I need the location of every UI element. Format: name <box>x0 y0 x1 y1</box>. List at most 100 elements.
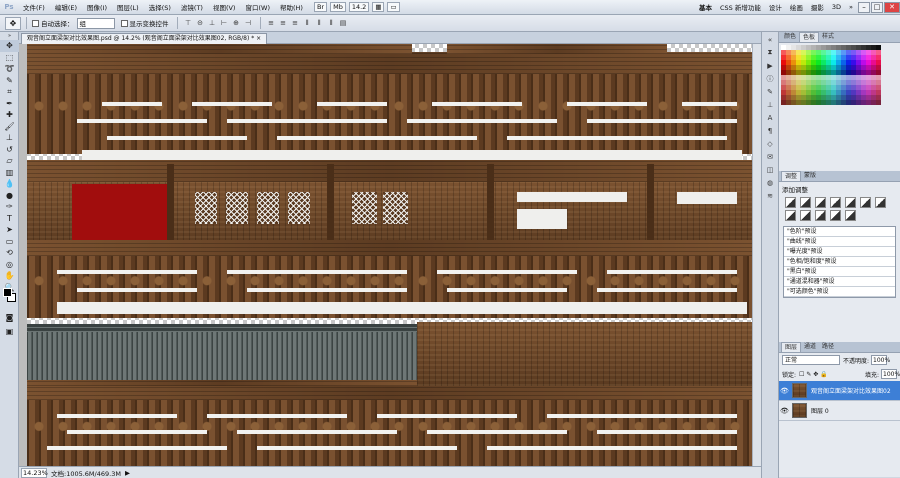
document-tab-close-icon[interactable]: × <box>256 35 261 42</box>
preset-channel-mixer[interactable]: "通道混和器"预设 <box>784 277 895 287</box>
arrange-docs-button[interactable]: ▦ <box>372 2 385 12</box>
blur-tool-icon[interactable]: 💧 <box>0 178 19 190</box>
close-button[interactable]: ✕ <box>884 1 900 13</box>
tab-styles[interactable]: 样式 <box>819 32 837 42</box>
workspace-css-new[interactable]: CSS 新增功能 <box>716 2 765 12</box>
collapse-toolbox-icon[interactable]: » <box>0 32 19 40</box>
clone-source-icon[interactable]: ⊥ <box>762 99 778 110</box>
dodge-tool-icon[interactable]: ● <box>0 190 19 202</box>
fill-field[interactable]: 100% <box>881 369 900 379</box>
eye-icon[interactable]: 👁 <box>779 387 790 395</box>
black-white-icon[interactable] <box>785 210 796 221</box>
preset-hue-saturation[interactable]: "色相/饱和度"预设 <box>784 257 895 267</box>
minimize-button[interactable]: – <box>858 1 870 13</box>
auto-select-checkbox[interactable] <box>32 19 39 27</box>
menu-view[interactable]: 视图(V) <box>208 2 241 12</box>
color-swatch[interactable] <box>876 100 881 105</box>
navigator-panel-icon[interactable]: ◫ <box>762 164 778 175</box>
eye-icon[interactable]: 👁 <box>779 407 790 415</box>
hand-tool-icon[interactable]: ✋ <box>0 270 19 282</box>
align-top-icon[interactable]: ⊤ <box>183 18 194 29</box>
gradient-tool-icon[interactable]: ▥ <box>0 167 19 179</box>
screen-mode-button[interactable]: ▭ <box>387 2 400 12</box>
vibrance-icon[interactable] <box>845 197 856 208</box>
move-tool-icon[interactable]: ✥ <box>0 40 19 52</box>
3d-panel-icon[interactable]: ◇ <box>762 138 778 149</box>
paragraph-panel-icon[interactable]: ¶ <box>762 125 778 136</box>
move-tool-preset-icon[interactable]: ✥ <box>5 16 21 30</box>
clone-stamp-tool-icon[interactable]: ⊥ <box>0 132 19 144</box>
history-brush-tool-icon[interactable]: ↺ <box>0 144 19 156</box>
preset-levels[interactable]: "色阶"预设 <box>784 227 895 237</box>
brush-panel-icon[interactable]: ✎ <box>762 86 778 97</box>
preset-exposure[interactable]: "曝光度"预设 <box>784 247 895 257</box>
tab-adjustments[interactable]: 调整 <box>781 171 802 181</box>
hue-saturation-icon[interactable] <box>860 197 871 208</box>
tab-color[interactable]: 颜色 <box>781 32 799 42</box>
info-panel-icon[interactable]: ⓘ <box>762 73 778 84</box>
document-tab[interactable]: 观音阁立面梁架对比效果图.psd @ 14.2% (观音阁立面梁架对比效果图02… <box>21 33 268 44</box>
auto-align-icon[interactable]: ▤ <box>338 18 349 29</box>
type-tool-icon[interactable]: T <box>0 213 19 225</box>
distribute-right-icon[interactable]: ⦀ <box>326 18 337 29</box>
invert-icon[interactable] <box>830 210 841 221</box>
menu-help[interactable]: 帮助(H) <box>275 2 308 12</box>
zoom-level-field[interactable]: 14.2 <box>348 2 370 12</box>
preset-black-white[interactable]: "黑白"预设 <box>784 267 895 277</box>
workspace-painting[interactable]: 绘画 <box>786 2 807 12</box>
distribute-bottom-icon[interactable]: ≡ <box>290 18 301 29</box>
tab-masks[interactable]: 蒙版 <box>801 171 819 181</box>
document-canvas[interactable] <box>27 44 752 466</box>
vertical-scrollbar[interactable] <box>752 44 761 466</box>
masks-panel-icon[interactable]: ◍ <box>762 177 778 188</box>
levels-icon[interactable] <box>800 197 811 208</box>
minibridge-button[interactable]: Mb <box>330 2 346 12</box>
menu-filter[interactable]: 滤镜(T) <box>176 2 208 12</box>
brightness-contrast-icon[interactable] <box>785 197 796 208</box>
collapse-dock-icon[interactable]: « <box>762 34 778 45</box>
tab-swatches[interactable]: 色板 <box>799 32 820 42</box>
align-middle-icon[interactable]: ⊝ <box>195 18 206 29</box>
layer-row-selected[interactable]: 👁 观音阁立面梁架对比效果图02 <box>779 381 900 401</box>
bridge-button[interactable]: Br <box>313 2 328 12</box>
curves-icon[interactable] <box>815 197 826 208</box>
3d-rotate-tool-icon[interactable]: ⟲ <box>0 247 19 259</box>
distribute-top-icon[interactable]: ≡ <box>266 18 277 29</box>
restore-button[interactable]: □ <box>871 1 883 13</box>
color-balance-icon[interactable] <box>875 197 886 208</box>
actions-panel-icon[interactable]: ▶ <box>762 60 778 71</box>
character-panel-icon[interactable]: A <box>762 112 778 123</box>
opacity-field[interactable]: 100% <box>871 355 890 365</box>
eraser-tool-icon[interactable]: ▱ <box>0 155 19 167</box>
healing-brush-tool-icon[interactable]: ✚ <box>0 109 19 121</box>
3d-orbit-tool-icon[interactable]: ◎ <box>0 259 19 271</box>
brush-tool-icon[interactable]: 🖌 <box>0 121 19 133</box>
show-transform-checkbox[interactable] <box>120 19 128 27</box>
eyedropper-tool-icon[interactable]: ✒ <box>0 98 19 110</box>
workspace-essentials[interactable]: 基本 <box>695 2 716 12</box>
menu-edit[interactable]: 编辑(E) <box>50 2 82 12</box>
align-bottom-icon[interactable]: ⊥ <box>207 18 218 29</box>
history-panel-icon[interactable]: ⧗ <box>762 47 778 58</box>
lasso-tool-icon[interactable]: ➰ <box>0 63 19 75</box>
align-center-icon[interactable]: ⊕ <box>231 18 242 29</box>
notes-panel-icon[interactable]: ✉ <box>762 151 778 162</box>
preset-selective-color[interactable]: "可选颜色"预设 <box>784 287 895 297</box>
workspace-more-icon[interactable]: » <box>845 3 857 11</box>
crop-tool-icon[interactable]: ⌗ <box>0 86 19 98</box>
swatch-grid[interactable] <box>779 43 900 107</box>
distribute-center-icon[interactable]: ⦀ <box>314 18 325 29</box>
align-left-icon[interactable]: ⊢ <box>219 18 230 29</box>
screen-mode-icon[interactable]: ▣ <box>0 326 19 338</box>
photo-filter-icon[interactable] <box>800 210 811 221</box>
shape-tool-icon[interactable]: ▭ <box>0 236 19 248</box>
workspace-photography[interactable]: 摄影 <box>807 2 828 12</box>
quick-select-tool-icon[interactable]: ✎ <box>0 75 19 87</box>
align-right-icon[interactable]: ⊣ <box>243 18 254 29</box>
exposure-icon[interactable] <box>830 197 841 208</box>
menu-window[interactable]: 窗口(W) <box>240 2 275 12</box>
marquee-tool-icon[interactable]: ⬚ <box>0 52 19 64</box>
pen-tool-icon[interactable]: ✑ <box>0 201 19 213</box>
tab-layers[interactable]: 图层 <box>781 342 802 352</box>
distribute-left-icon[interactable]: ⦀ <box>302 18 313 29</box>
